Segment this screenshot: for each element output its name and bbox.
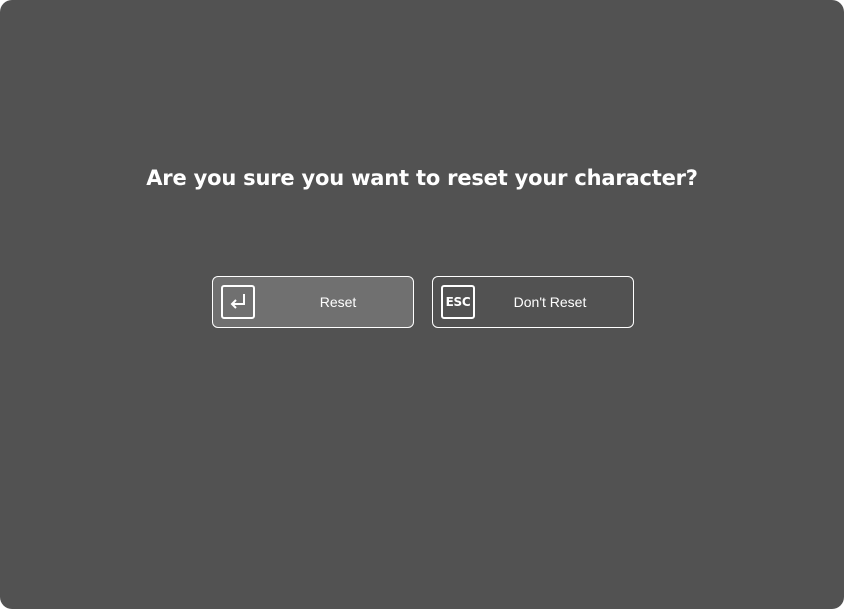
dialog-question: Are you sure you want to reset your char… (146, 166, 698, 190)
enter-key-icon (221, 285, 255, 319)
reset-button-label: Reset (319, 294, 357, 310)
dont-reset-button-label: Don't Reset (513, 294, 587, 310)
reset-confirm-dialog: Are you sure you want to reset your char… (0, 0, 844, 609)
reset-button[interactable]: Reset (212, 276, 414, 328)
dont-reset-button[interactable]: ESC Don't Reset (432, 276, 634, 328)
